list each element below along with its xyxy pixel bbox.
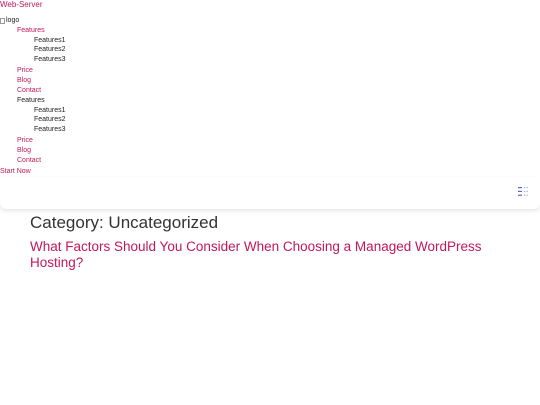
menu-item-features1[interactable]: Features1 [34, 36, 66, 45]
header-bar [0, 177, 540, 209]
menu-item-contact-mobile[interactable]: Contact [17, 156, 41, 165]
page: Web-Server logo Features Features1 Featu… [0, 0, 540, 405]
menu-item-features3[interactable]: Features3 [34, 55, 66, 64]
post-title-link[interactable]: What Factors Should You Consider When Ch… [30, 239, 510, 271]
menu-toggle-icon[interactable] [518, 187, 530, 196]
menu-item-price-mobile[interactable]: Price [17, 136, 33, 145]
broken-image-icon [0, 17, 5, 24]
menu-item-blog[interactable]: Blog [17, 76, 31, 85]
menu-item-price[interactable]: Price [17, 66, 33, 75]
menu-item-features2[interactable]: Features2 [34, 45, 66, 54]
menu-item-features1-mobile[interactable]: Features1 [34, 106, 66, 115]
logo-alt-text: logo [6, 17, 20, 24]
site-title-link[interactable]: Web-Server [0, 0, 43, 10]
start-now-button[interactable]: Start Now [0, 167, 31, 176]
archive-title: Category: Uncategorized [30, 213, 219, 232]
logo[interactable]: logo [0, 16, 19, 25]
menu-item-features3-mobile[interactable]: Features3 [34, 125, 66, 134]
menu-item-contact[interactable]: Contact [17, 86, 41, 95]
menu-item-features[interactable]: Features [17, 26, 45, 35]
menu-item-features-mobile[interactable]: Features [17, 96, 45, 105]
menu-item-blog-mobile[interactable]: Blog [17, 146, 31, 155]
menu-item-features2-mobile[interactable]: Features2 [34, 115, 66, 124]
